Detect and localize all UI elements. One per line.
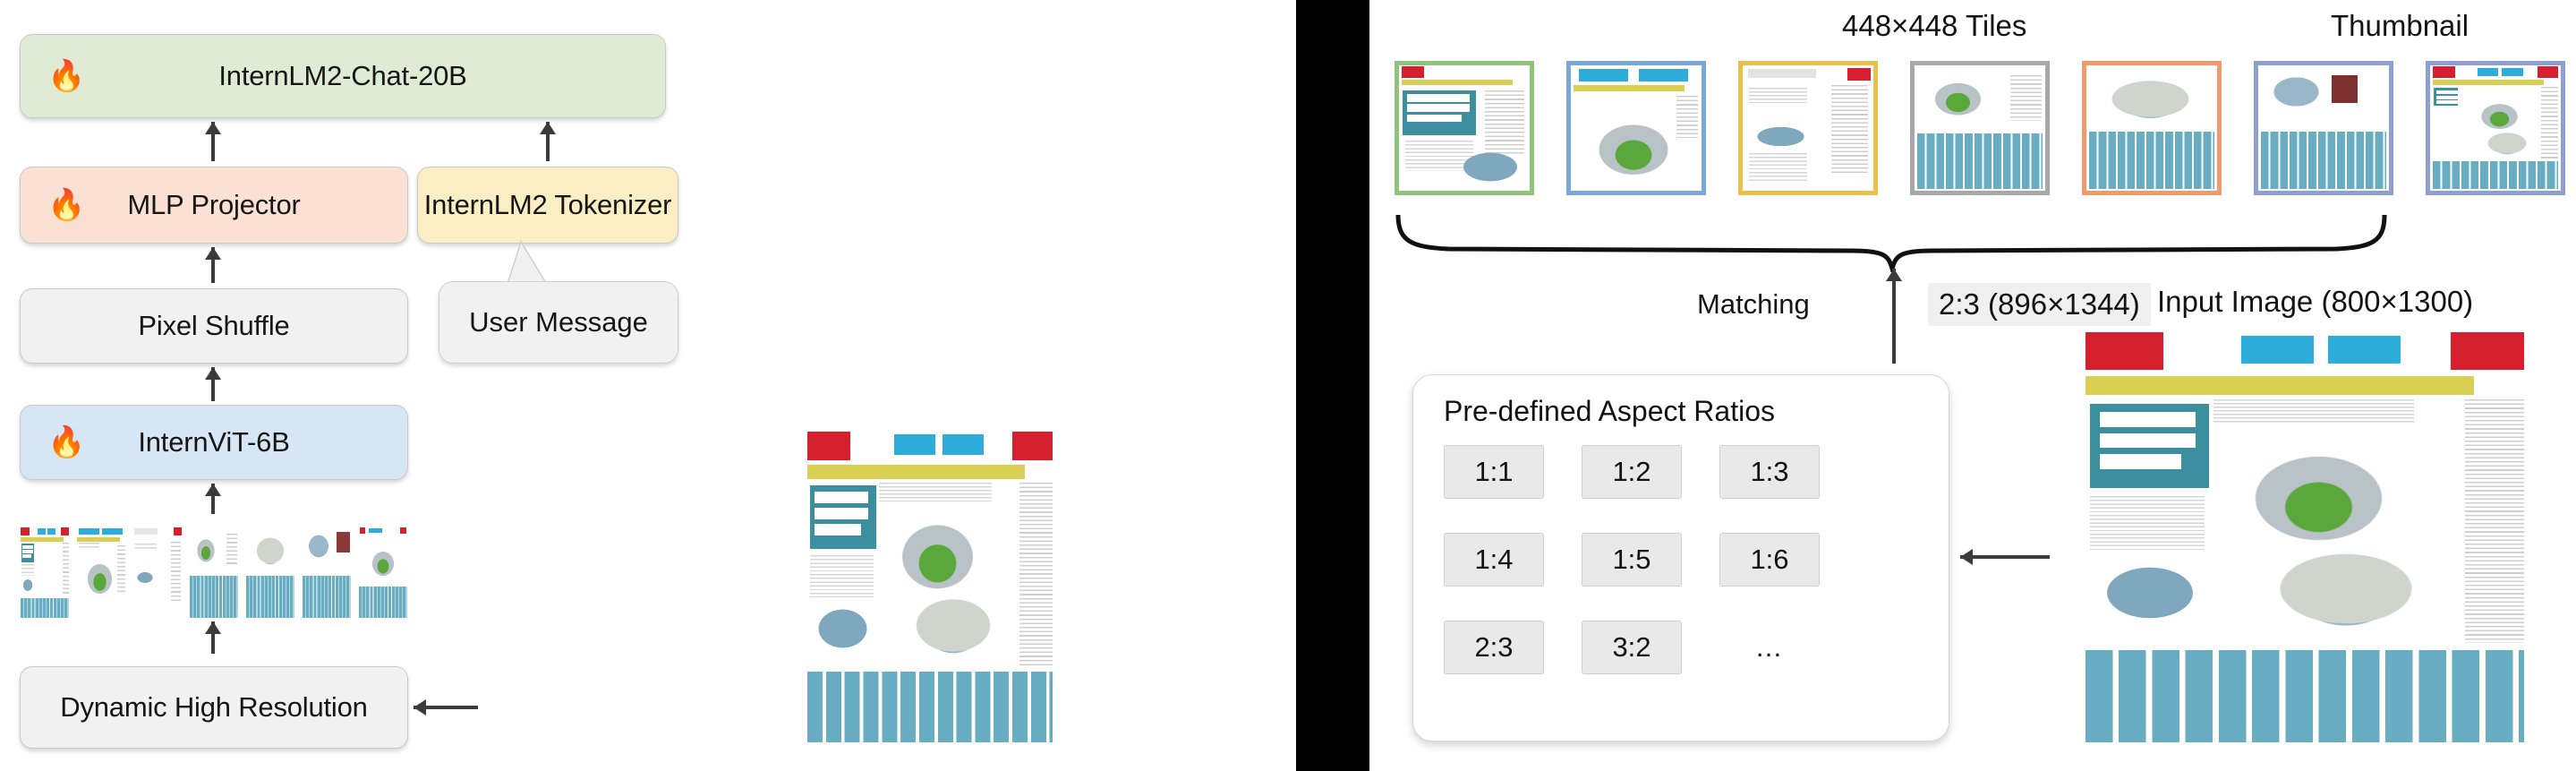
matched-ratio-badge: 2:3 (896×1344) xyxy=(1928,283,2151,326)
matching-label: Matching xyxy=(1697,288,1810,320)
input-image-left[interactable] xyxy=(802,428,1058,747)
aspect-ratio-cell[interactable]: 1:1 xyxy=(1444,445,1544,499)
dynamic-resolution-panel: 448×448 Tiles Thumbnail Matching 2:3 (89… xyxy=(1369,0,2576,771)
block-internlm2-tokenizer[interactable]: InternLM2 Tokenizer xyxy=(417,167,678,244)
tiles-heading: 448×448 Tiles xyxy=(1842,9,2027,42)
aspect-ratio-cell[interactable]: 1:5 xyxy=(1582,533,1682,587)
block-internlm2-chat-20b[interactable]: 🔥 InternLM2-Chat-20B xyxy=(20,34,666,118)
tile-strip xyxy=(20,527,410,620)
architecture-panel: 🔥 InternLM2-Chat-20B 🔥 MLP Projector Int… xyxy=(0,0,1296,771)
block-mlp-projector[interactable]: 🔥 MLP Projector xyxy=(20,167,408,244)
user-message-label: User Message xyxy=(469,306,648,338)
block-label-dhr: Dynamic High Resolution xyxy=(60,691,368,723)
tile-thumbnail[interactable] xyxy=(358,527,408,620)
tile-thumbnail[interactable] xyxy=(245,527,295,620)
block-label-tokenizer: InternLM2 Tokenizer xyxy=(423,189,672,220)
tiles-row xyxy=(1395,61,2565,195)
input-image-heading: Input Image (800×1300) xyxy=(2157,285,2474,318)
aspect-ratio-card: Pre-defined Aspect Ratios 1:1 1:2 1:3 1:… xyxy=(1412,374,1949,741)
aspect-ratio-cell[interactable]: 2:3 xyxy=(1444,621,1544,674)
tile-thumbnail[interactable] xyxy=(76,527,126,620)
fire-icon: 🔥 xyxy=(47,188,86,222)
aspect-ratio-cell[interactable]: 3:2 xyxy=(1582,621,1682,674)
tile-448-6[interactable] xyxy=(2254,61,2393,195)
user-message-bubble[interactable]: User Message xyxy=(439,281,678,364)
tile-thumbnail[interactable] xyxy=(132,527,183,620)
tile-448-5[interactable] xyxy=(2082,61,2222,195)
aspect-ratio-grid: 1:1 1:2 1:3 1:4 1:5 1:6 2:3 3:2 … xyxy=(1444,445,1820,674)
thumbnail-heading: Thumbnail xyxy=(2331,9,2469,42)
block-label-llm: InternLM2-Chat-20B xyxy=(218,60,467,91)
aspect-ratio-more: … xyxy=(1754,631,1785,663)
aspect-ratio-cell[interactable]: 1:3 xyxy=(1719,445,1820,499)
tile-448-4[interactable] xyxy=(1910,61,2050,195)
block-internvit-6b[interactable]: 🔥 InternViT-6B xyxy=(20,405,408,480)
tile-448-1[interactable] xyxy=(1395,61,1534,195)
aspect-ratio-cell[interactable]: 1:4 xyxy=(1444,533,1544,587)
speech-bubble-tail xyxy=(506,240,548,287)
tile-448-3[interactable] xyxy=(1738,61,1878,195)
aspect-ratio-cell[interactable]: 1:6 xyxy=(1719,533,1820,587)
block-pixel-shuffle[interactable]: Pixel Shuffle xyxy=(20,288,408,364)
block-label-vit: InternViT-6B xyxy=(138,426,290,458)
tile-thumbnail[interactable] xyxy=(189,527,239,620)
block-dynamic-high-resolution[interactable]: Dynamic High Resolution xyxy=(20,666,408,749)
tile-thumbnail[interactable] xyxy=(302,527,352,620)
input-image-right[interactable] xyxy=(2077,328,2533,749)
panel-divider xyxy=(1296,0,1369,771)
tiles-group-brace xyxy=(1395,214,2387,272)
thumbnail-tile[interactable] xyxy=(2426,61,2565,195)
fire-icon: 🔥 xyxy=(47,425,86,459)
fire-icon: 🔥 xyxy=(47,59,86,93)
tile-thumbnail[interactable] xyxy=(20,527,70,620)
block-label-mlp: MLP Projector xyxy=(127,189,301,220)
aspect-ratio-cell[interactable]: 1:2 xyxy=(1582,445,1682,499)
aspect-ratio-card-title: Pre-defined Aspect Ratios xyxy=(1444,395,1775,427)
tile-448-2[interactable] xyxy=(1566,61,1706,195)
block-label-pixel-shuffle: Pixel Shuffle xyxy=(138,310,290,341)
figure-root: 🔥 InternLM2-Chat-20B 🔥 MLP Projector Int… xyxy=(0,0,2576,771)
